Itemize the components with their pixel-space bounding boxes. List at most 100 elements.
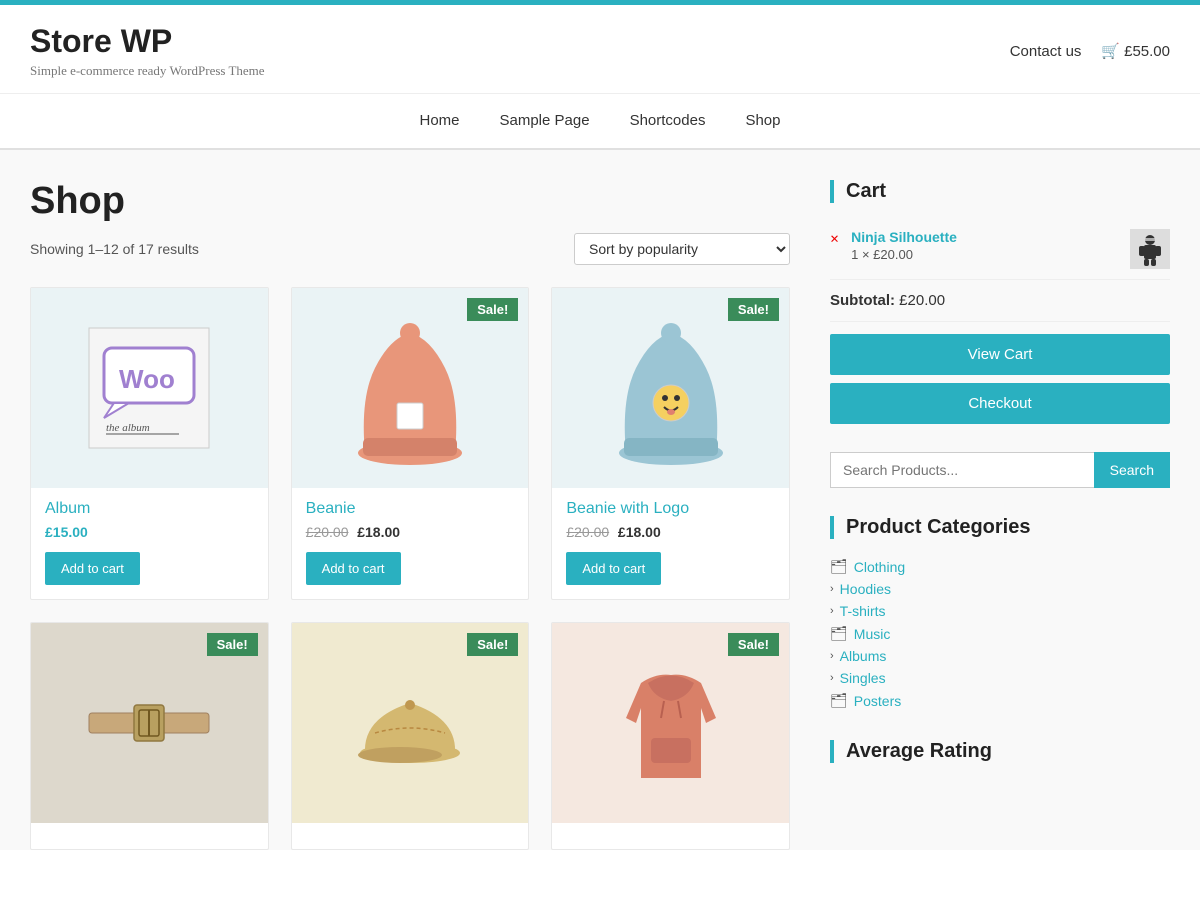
price-regular-album: £15.00 — [45, 524, 88, 540]
main-nav: Home Sample Page Shortcodes Shop — [0, 94, 1200, 150]
product-info-beanie: Beanie £20.00 £18.00 Add to cart — [292, 488, 529, 599]
category-music: 🗂 Music — [830, 622, 1170, 645]
view-cart-button[interactable]: View Cart — [830, 334, 1170, 375]
cart-widget-title: Cart — [830, 180, 1170, 203]
contact-link[interactable]: Contact us — [1010, 43, 1082, 60]
cart-subtotal-label: Subtotal: — [830, 292, 895, 309]
add-to-cart-beanie-logo[interactable]: Add to cart — [566, 552, 661, 585]
site-title: Store WP — [30, 23, 265, 60]
product-price-beanie-logo: £20.00 £18.00 — [566, 524, 775, 542]
category-list: 🗂 Clothing › Hoodies › T-shirts 🗂 Music … — [830, 555, 1170, 712]
product-card-hoodie: Sale! — [551, 622, 790, 850]
product-info-hoodie — [552, 823, 789, 849]
search-button[interactable]: Search — [1094, 452, 1170, 488]
add-to-cart-beanie[interactable]: Add to cart — [306, 552, 401, 585]
folder-icon-clothing: 🗂 — [830, 558, 848, 575]
arrow-singles: › — [830, 672, 834, 684]
folder-icon-music: 🗂 — [830, 625, 848, 642]
category-albums-link[interactable]: Albums — [840, 648, 887, 664]
product-image-beanie-logo: Sale! — [552, 288, 789, 488]
cart-item-remove[interactable]: × — [830, 231, 839, 249]
product-info-beanie-logo: Beanie with Logo £20.00 £18.00 Add to ca… — [552, 488, 789, 599]
cart-subtotal: Subtotal: £20.00 — [830, 280, 1170, 322]
svg-text:Woo: Woo — [119, 364, 175, 394]
product-price-beanie: £20.00 £18.00 — [306, 524, 515, 542]
category-tshirts: › T-shirts — [830, 600, 1170, 622]
add-to-cart-album[interactable]: Add to cart — [45, 552, 140, 585]
category-music-link[interactable]: Music — [854, 626, 891, 642]
category-tshirts-link[interactable]: T-shirts — [840, 603, 886, 619]
avg-rating-widget: Average Rating — [830, 740, 1170, 763]
nav-item-shortcodes[interactable]: Shortcodes — [630, 112, 706, 129]
cart-item-details: Ninja Silhouette 1 × £20.00 — [851, 229, 1118, 262]
svg-text:the album: the album — [106, 422, 150, 434]
shop-results-bar: Showing 1–12 of 17 results Sort by popul… — [30, 233, 790, 265]
product-name-beanie[interactable]: Beanie — [306, 500, 515, 518]
product-image-album: Woo the album — [31, 288, 268, 488]
arrow-albums: › — [830, 650, 834, 662]
cart-icon: 🛒 — [1101, 42, 1120, 60]
product-image-beanie: Sale! — [292, 288, 529, 488]
product-name-album[interactable]: Album — [45, 500, 254, 518]
product-card-cap: Sale! — [291, 622, 530, 850]
product-card-beanie-logo: Sale! — [551, 287, 790, 600]
sale-badge-beanie: Sale! — [467, 298, 518, 321]
product-image-hoodie: Sale! — [552, 623, 789, 823]
sort-select[interactable]: Sort by popularity Sort by latest Sort b… — [574, 233, 790, 265]
category-posters: 🗂 Posters — [830, 689, 1170, 712]
cart-item-name: Ninja Silhouette — [851, 229, 1118, 245]
categories-widget: Product Categories 🗂 Clothing › Hoodies … — [830, 516, 1170, 712]
category-clothing: 🗂 Clothing — [830, 555, 1170, 578]
price-original-beanie-logo: £20.00 — [566, 524, 609, 540]
sidebar: Cart × Ninja Silhouette 1 × £20.00 — [830, 180, 1170, 850]
categories-title: Product Categories — [830, 516, 1170, 539]
product-image-belt: Sale! — [31, 623, 268, 823]
nav-item-home[interactable]: Home — [419, 112, 459, 129]
product-card-album: Woo the album Album £15.00 Add to cart — [30, 287, 269, 600]
category-hoodies-link[interactable]: Hoodies — [840, 581, 891, 597]
header-right: Contact us 🛒 £55.00 — [1010, 42, 1170, 60]
cart-item-qty: 1 × £20.00 — [851, 247, 1118, 262]
folder-icon-posters: 🗂 — [830, 692, 848, 709]
category-clothing-link[interactable]: Clothing — [854, 559, 905, 575]
category-albums: › Albums — [830, 645, 1170, 667]
sale-badge-hoodie: Sale! — [728, 633, 779, 656]
price-sale-beanie: £18.00 — [357, 524, 400, 540]
product-name-beanie-logo[interactable]: Beanie with Logo — [566, 500, 775, 518]
product-card-belt: Sale! — [30, 622, 269, 850]
product-info-album: Album £15.00 Add to cart — [31, 488, 268, 599]
price-sale-beanie-logo: £18.00 — [618, 524, 661, 540]
product-info-cap — [292, 823, 529, 849]
cart-link[interactable]: 🛒 £55.00 — [1101, 42, 1170, 60]
shop-heading: Shop — [30, 180, 790, 223]
category-singles-link[interactable]: Singles — [840, 670, 886, 686]
site-tagline: Simple e-commerce ready WordPress Theme — [30, 63, 265, 79]
product-card-beanie: Sale! Beanie — [291, 287, 530, 600]
search-widget: Search — [830, 452, 1170, 488]
product-grid: Woo the album Album £15.00 Add to cart — [30, 287, 790, 850]
price-original-beanie: £20.00 — [306, 524, 349, 540]
sale-badge-belt: Sale! — [207, 633, 258, 656]
checkout-button[interactable]: Checkout — [830, 383, 1170, 424]
cart-item: × Ninja Silhouette 1 × £20.00 — [830, 219, 1170, 280]
cart-item-thumb — [1130, 229, 1170, 269]
nav-item-shop[interactable]: Shop — [745, 112, 780, 129]
avg-rating-title: Average Rating — [830, 740, 1170, 763]
content-area: Shop Showing 1–12 of 17 results Sort by … — [30, 180, 830, 850]
cart-widget: Cart × Ninja Silhouette 1 × £20.00 — [830, 180, 1170, 424]
sale-badge-beanie-logo: Sale! — [728, 298, 779, 321]
product-image-cap: Sale! — [292, 623, 529, 823]
category-hoodies: › Hoodies — [830, 578, 1170, 600]
sale-badge-cap: Sale! — [467, 633, 518, 656]
cart-subtotal-value: £20.00 — [899, 292, 945, 309]
category-posters-link[interactable]: Posters — [854, 693, 901, 709]
arrow-hoodies: › — [830, 583, 834, 595]
main-container: Shop Showing 1–12 of 17 results Sort by … — [0, 150, 1200, 850]
site-branding: Store WP Simple e-commerce ready WordPre… — [30, 23, 265, 79]
site-header: Store WP Simple e-commerce ready WordPre… — [0, 5, 1200, 94]
product-info-belt — [31, 823, 268, 849]
product-price-album: £15.00 — [45, 524, 254, 542]
search-form: Search — [830, 452, 1170, 488]
search-input[interactable] — [830, 452, 1094, 488]
nav-item-sample-page[interactable]: Sample Page — [500, 112, 590, 129]
